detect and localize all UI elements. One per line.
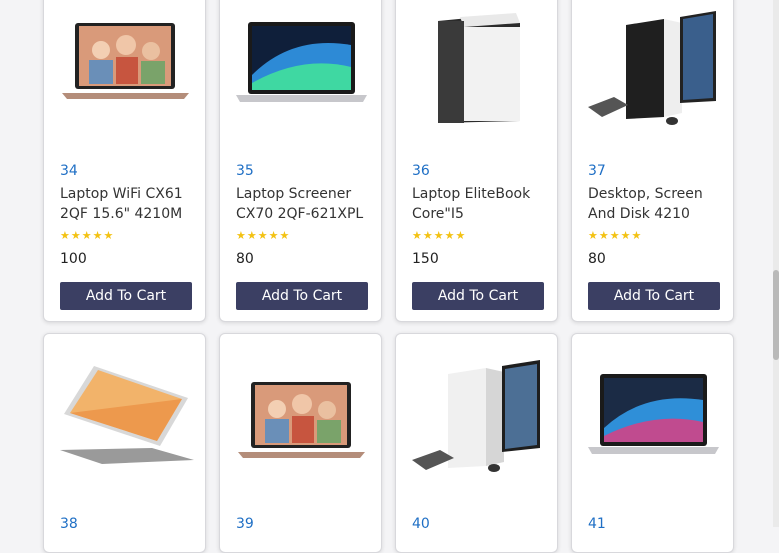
product-price: 150 (412, 251, 439, 267)
rating-stars: ★★★★★ (588, 229, 643, 242)
product-id: 38 (60, 516, 78, 532)
product-card[interactable]: 36 Laptop EliteBook Core"I5 ★★★★★ 150 Ad… (395, 0, 558, 322)
scrollbar-thumb[interactable] (773, 270, 779, 360)
product-image[interactable] (584, 356, 723, 486)
product-image[interactable] (584, 5, 723, 135)
product-image[interactable] (408, 5, 547, 135)
product-grid: 34 Laptop WiFi CX61 2QF 15.6" 4210M ★★★★… (0, 0, 779, 553)
rating-stars: ★★★★★ (412, 229, 467, 242)
product-name[interactable]: Laptop EliteBook Core"I5 (412, 184, 552, 224)
rating-stars: ★★★★★ (60, 229, 115, 242)
add-to-cart-button[interactable]: Add To Cart (60, 282, 192, 310)
product-image[interactable] (56, 5, 195, 135)
product-id: 39 (236, 516, 254, 532)
product-image[interactable] (232, 356, 371, 486)
product-name[interactable]: Laptop Screener CX70 2QF-621XPL (236, 184, 376, 224)
product-card[interactable]: 40 (395, 333, 558, 553)
product-id: 40 (412, 516, 430, 532)
product-card[interactable]: 34 Laptop WiFi CX61 2QF 15.6" 4210M ★★★★… (43, 0, 206, 322)
product-id: 37 (588, 163, 606, 179)
product-card[interactable]: 38 (43, 333, 206, 553)
product-price: 80 (588, 251, 606, 267)
product-card[interactable]: 35 Laptop Screener CX70 2QF-621XPL ★★★★★… (219, 0, 382, 322)
product-price: 80 (236, 251, 254, 267)
product-image[interactable] (56, 356, 195, 486)
product-card[interactable]: 41 (571, 333, 734, 553)
product-image[interactable] (408, 356, 547, 486)
product-name[interactable]: Laptop WiFi CX61 2QF 15.6" 4210M (60, 184, 200, 224)
product-price: 100 (60, 251, 87, 267)
scrollbar[interactable] (773, 0, 779, 527)
product-image[interactable] (232, 5, 371, 135)
product-card[interactable]: 39 (219, 333, 382, 553)
product-id: 34 (60, 163, 78, 179)
product-id: 36 (412, 163, 430, 179)
add-to-cart-button[interactable]: Add To Cart (236, 282, 368, 310)
product-id: 41 (588, 516, 606, 532)
product-id: 35 (236, 163, 254, 179)
product-card[interactable]: 37 Desktop, Screen And Disk 4210 ★★★★★ 8… (571, 0, 734, 322)
add-to-cart-button[interactable]: Add To Cart (588, 282, 720, 310)
rating-stars: ★★★★★ (236, 229, 291, 242)
add-to-cart-button[interactable]: Add To Cart (412, 282, 544, 310)
product-name[interactable]: Desktop, Screen And Disk 4210 (588, 184, 728, 224)
